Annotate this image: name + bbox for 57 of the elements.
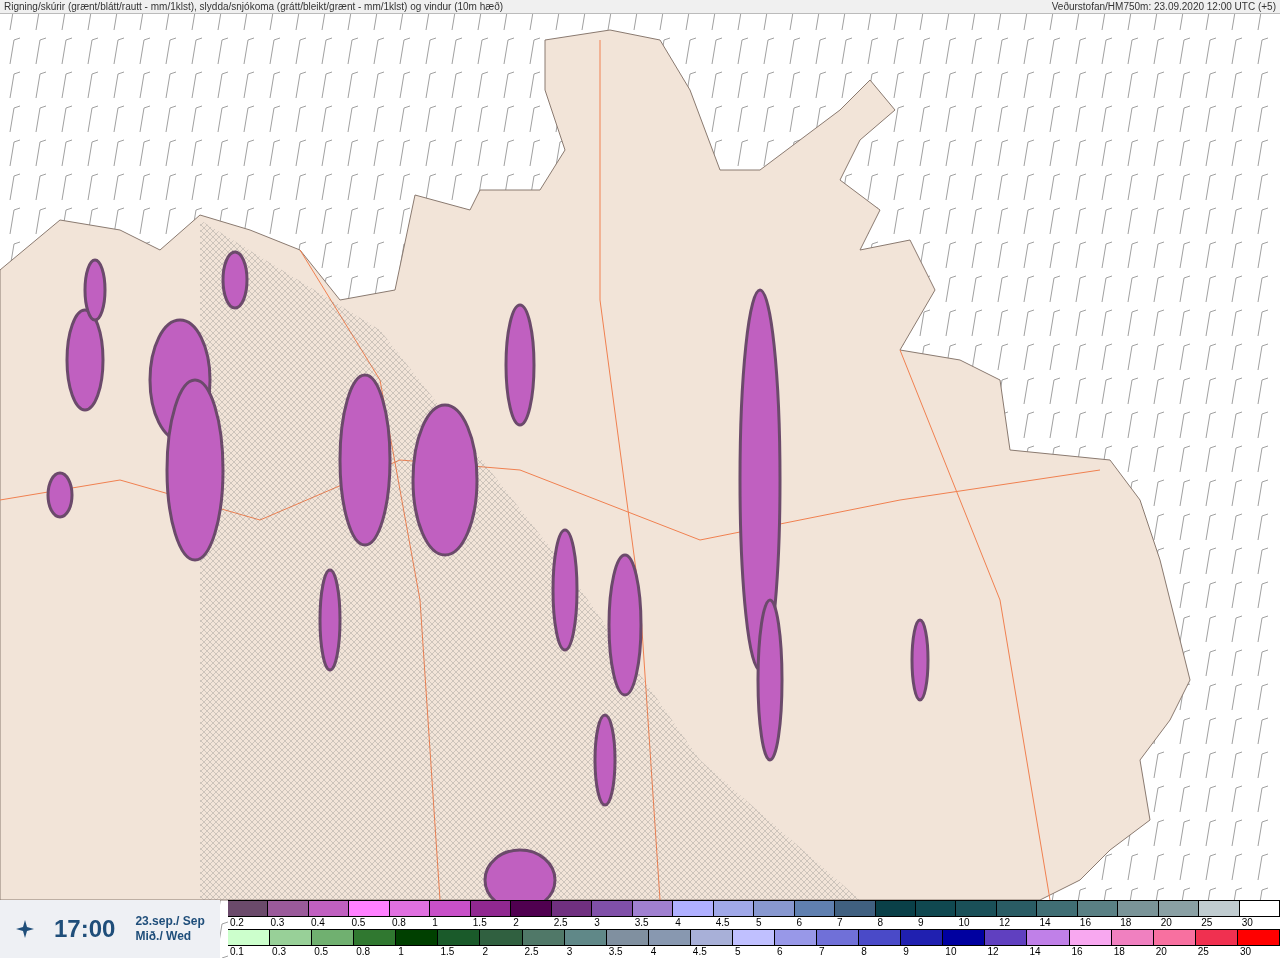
forecast-date: 23.sep./ Sep [135, 914, 205, 929]
legend-label: 2.5 [523, 946, 539, 958]
legend-label: 0.8 [355, 946, 371, 958]
legend-label: 5 [755, 917, 762, 929]
legend-label: 0.8 [390, 917, 406, 929]
forecast-weekday: Mið./ Wed [135, 929, 193, 944]
legend-label: 18 [1112, 946, 1125, 958]
legend-label: 16 [1070, 946, 1083, 958]
legend-label: 3.5 [633, 917, 649, 929]
legend-label: 4.5 [691, 946, 707, 958]
legend-label: 2 [481, 946, 489, 958]
legend-label: 25 [1200, 917, 1213, 929]
legend-label: 0.4 [309, 917, 325, 929]
legend-label: 18 [1119, 917, 1132, 929]
legend-label: 0.5 [350, 917, 366, 929]
legend-label: 30 [1238, 946, 1251, 958]
legend-label: 6 [795, 917, 803, 929]
model-run-label: Veðurstofan/HM750m: 23.09.2020 12:00 UTC (+5) [1051, 1, 1276, 12]
legend-label: 0.5 [313, 946, 329, 958]
legend-label: 1.5 [439, 946, 455, 958]
legend-label: 4 [674, 917, 681, 929]
forecast-time: 17:00 [54, 914, 116, 944]
legend-label: 16 [1078, 917, 1091, 929]
legend-label: 14 [1028, 946, 1041, 958]
legend-label: 4 [649, 946, 657, 958]
legend-label: 3.5 [607, 946, 623, 958]
legend-label: 9 [902, 946, 909, 958]
legend-label: 7 [836, 917, 843, 929]
legend-label: 5 [733, 946, 741, 958]
legend-label: 3 [593, 917, 600, 929]
legend-label: 8 [876, 917, 884, 929]
legend-label: 6 [776, 946, 783, 958]
legend-label: 14 [1038, 917, 1051, 929]
legend-label: 4.5 [714, 917, 730, 929]
legend-label: 12 [986, 946, 999, 958]
legend-label: 7 [818, 946, 825, 958]
legend-label: 10 [944, 946, 957, 958]
legend-label: 1 [431, 917, 438, 929]
legend-label: 30 [1240, 917, 1253, 929]
sparkle-icon [16, 920, 34, 938]
legend-label: 0.2 [229, 917, 244, 929]
legend-label: 0.3 [269, 917, 285, 929]
legend-label: 1.5 [471, 917, 487, 929]
map-title: Rigning/skúrir (grænt/blátt/rautt - mm/1klst), slydda/snjókoma (grátt/bleikt/grænt - mm/1klst) og vindur (10m hæð) [4, 1, 504, 12]
legend-label: 20 [1159, 917, 1172, 929]
legend-label: 25 [1196, 946, 1209, 958]
legend-label: 10 [957, 917, 970, 929]
legend-label: 9 [916, 917, 924, 929]
legend-label: 20 [1154, 946, 1167, 958]
legend-label: 8 [860, 946, 867, 958]
legend-label: 0.3 [271, 946, 286, 958]
legend-label: 2 [512, 917, 519, 929]
legend-label: 12 [997, 917, 1011, 929]
legend-label: 0.1 [229, 946, 244, 958]
legend-label: 3 [565, 946, 573, 958]
legend-label: 1 [397, 946, 404, 958]
legend-label: 2.5 [552, 917, 568, 929]
